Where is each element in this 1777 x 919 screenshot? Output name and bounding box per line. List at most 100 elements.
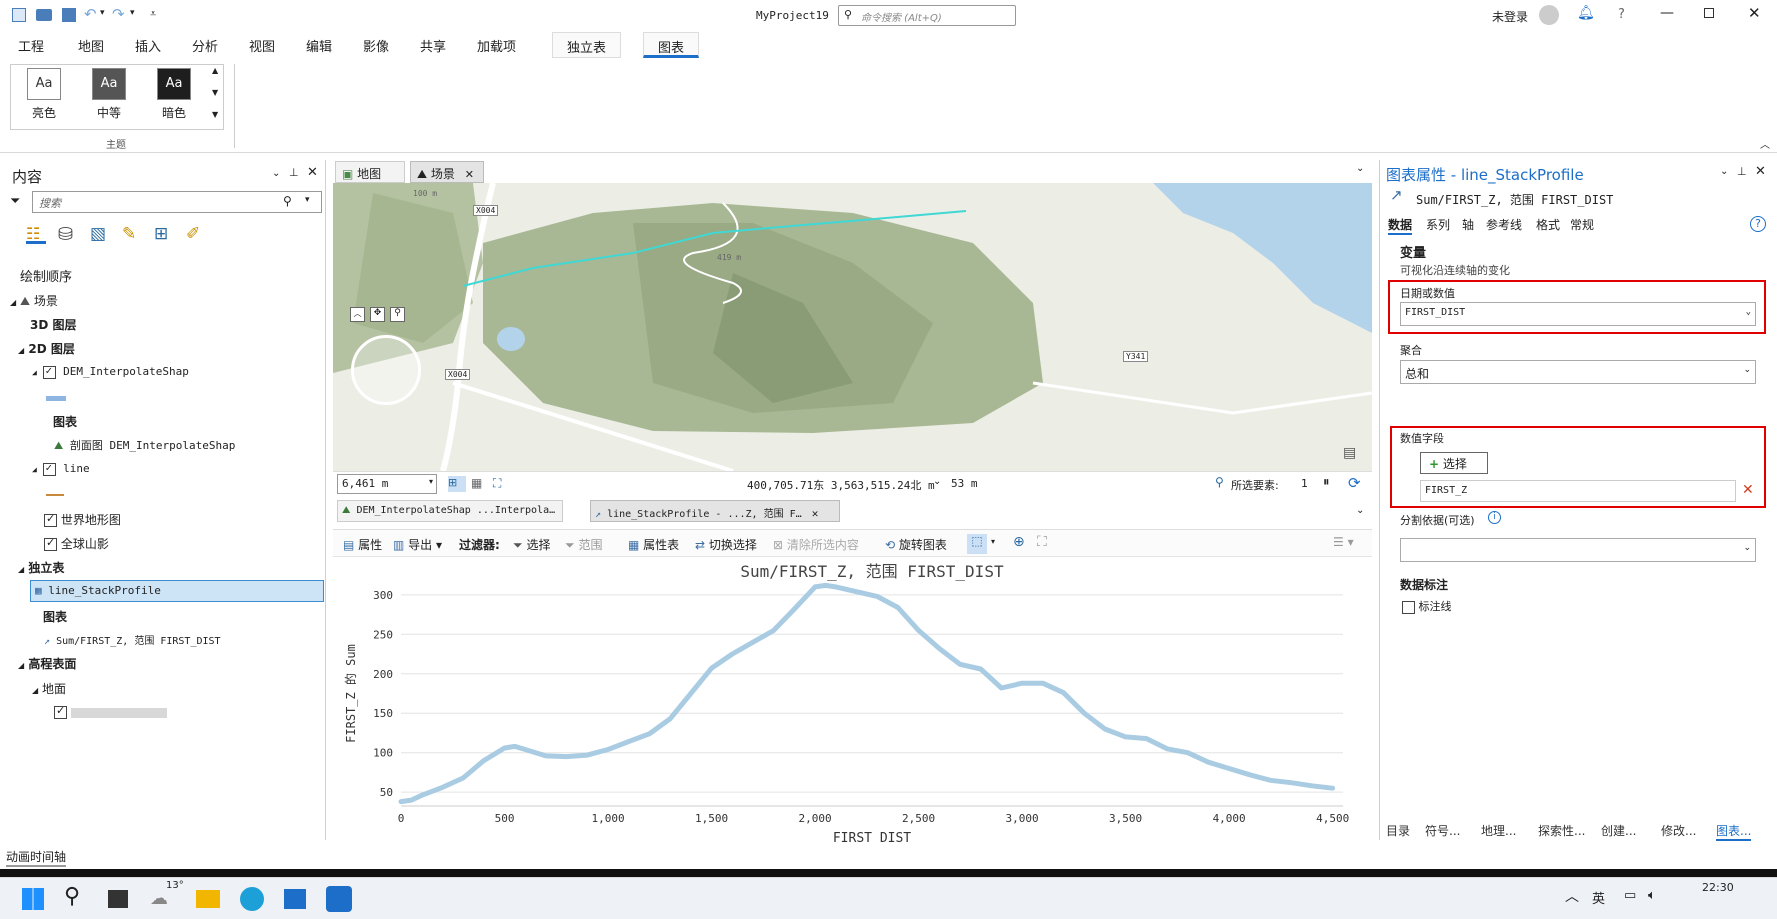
help-icon[interactable]: ? xyxy=(1750,216,1766,232)
filter-extent-button[interactable]: ⏷ 范围 xyxy=(565,536,602,553)
weather-icon[interactable]: ☁ xyxy=(150,888,168,909)
clock-time[interactable]: 22:30 xyxy=(1702,881,1734,894)
scale-dropdown[interactable]: 6,461 m ▾ xyxy=(337,474,437,494)
close-pane-icon[interactable]: ✕ xyxy=(1755,164,1766,179)
full-extent-chart-icon[interactable]: ⛶ xyxy=(1037,534,1047,550)
input-language[interactable]: 英 xyxy=(1592,888,1605,907)
aggregation-dropdown[interactable]: 总和 ⌄ xyxy=(1400,360,1756,384)
windows-start-icon[interactable] xyxy=(22,888,44,910)
table-grid-icon[interactable]: ▦ xyxy=(471,476,482,490)
tree-profile-chart[interactable]: ⛰︎ 剖面图 DEM_InterpolateShap xyxy=(54,437,235,453)
expand-icon[interactable]: ◢ xyxy=(10,298,16,307)
label-columns-option[interactable]: 标注线 xyxy=(1402,598,1452,614)
expand-icon[interactable]: ◢ xyxy=(32,465,37,474)
save-icon[interactable] xyxy=(62,8,76,22)
tab-insert[interactable]: 插入 xyxy=(135,36,161,55)
drawing-order-icon[interactable]: ☷ xyxy=(26,224,46,244)
new-icon[interactable] xyxy=(12,8,26,22)
minimize-icon[interactable]: — xyxy=(1660,5,1674,21)
close-pane-icon[interactable]: ✕ xyxy=(307,165,318,180)
label-columns-checkbox[interactable] xyxy=(1402,600,1415,614)
tree-line-layer[interactable]: ◢ line xyxy=(32,461,90,476)
scene-view[interactable]: X004 X004 Y341 419 m 100 m ︿ ✥ ⚲ ▤ xyxy=(333,183,1372,471)
tab-chart[interactable]: 图表 xyxy=(643,32,700,58)
props-tab-general[interactable]: 常规 xyxy=(1570,216,1594,233)
chart-tab-profile[interactable]: ⛰︎ DEM_InterpolateShap ...Interpola… xyxy=(337,500,563,522)
tab-edit[interactable]: 编辑 xyxy=(306,36,332,55)
tree-ground[interactable]: ◢ 地面 xyxy=(32,680,66,697)
search-icon[interactable]: ⚲ xyxy=(64,884,80,909)
close-tab-icon[interactable]: ✕ xyxy=(465,168,474,181)
pane-options-icon[interactable]: ⌄ xyxy=(272,168,280,179)
user-status[interactable]: 未登录 xyxy=(1492,8,1528,25)
gallery-more-icon[interactable]: ▼ xyxy=(212,110,218,119)
help-icon[interactable]: ? xyxy=(1618,7,1625,22)
refresh-icon[interactable]: ⟳ xyxy=(1348,474,1361,492)
avatar[interactable] xyxy=(1539,5,1559,25)
theme-dark-button[interactable]: Aa 暗色 xyxy=(144,68,204,130)
chart-views-dropdown-icon[interactable]: ⌄ xyxy=(1356,505,1364,516)
chart-tab-stack[interactable]: ↗ line_StackProfile - ...Z, 范围 F… ✕ xyxy=(590,500,840,522)
pause-icon[interactable]: ⏸ xyxy=(1323,475,1330,490)
tree-dem-layer[interactable]: ◢ DEM_InterpolateShap xyxy=(32,364,189,379)
pin-icon[interactable]: ⊥ xyxy=(289,166,299,179)
chart-properties-button[interactable]: ▤ 属性 xyxy=(343,536,382,553)
command-search[interactable]: ⚲ 命令搜索 (Alt+Q) xyxy=(838,5,1016,26)
tab-project[interactable]: 工程 xyxy=(18,36,44,55)
animation-timeline-tab[interactable]: 动画时间轴 xyxy=(6,848,67,867)
legend-icon[interactable]: ▤ xyxy=(1343,445,1356,461)
remove-field-icon[interactable]: ✕ xyxy=(1742,482,1754,498)
redo-icon[interactable]: ↷ xyxy=(112,5,125,23)
tree-hillshade[interactable]: 全球山影 xyxy=(44,535,109,552)
view-tab-scene[interactable]: ⛰︎ 场景 ✕ xyxy=(410,161,484,183)
task-view-icon[interactable] xyxy=(108,890,128,908)
notification-bell-icon[interactable]: 🔔︎ xyxy=(1577,5,1595,21)
chart-export-button[interactable]: ▥ 导出 ▾ xyxy=(393,536,442,553)
split-by-dropdown[interactable]: ⌄ xyxy=(1400,538,1756,562)
chevron-down-icon[interactable]: ▾ xyxy=(305,195,310,205)
close-tab-icon[interactable]: ✕ xyxy=(812,507,819,520)
dock-tab-catalog[interactable]: 目录 xyxy=(1386,822,1410,839)
tree-elevation-surfaces[interactable]: ◢ 高程表面 xyxy=(18,655,76,672)
labeling-icon[interactable]: ✐ xyxy=(186,224,200,244)
clear-selection-button[interactable]: ⊠ 清除所选内容 xyxy=(773,536,859,553)
hillshade-checkbox[interactable] xyxy=(44,536,57,551)
expand-icon[interactable]: ◢ xyxy=(18,565,24,574)
selection-tool-icon[interactable]: ⬚ xyxy=(967,534,987,554)
arcgis-pro-icon[interactable] xyxy=(326,886,352,912)
contents-search-input[interactable]: 搜索 ⚲ ▾ xyxy=(32,191,322,213)
dock-tab-exploratory[interactable]: 探索性... xyxy=(1538,822,1585,839)
tab-share[interactable]: 共享 xyxy=(420,36,446,55)
grid-icon[interactable]: ⊞ xyxy=(448,476,466,492)
view-tab-map[interactable]: ▣ 地图 xyxy=(335,161,405,183)
undo-dropdown-icon[interactable]: ▾ xyxy=(100,8,105,18)
info-icon[interactable]: i xyxy=(1488,511,1501,524)
tab-view[interactable]: 视图 xyxy=(249,36,275,55)
tab-addins[interactable]: 加载项 xyxy=(477,36,516,55)
expand-icon[interactable]: ◢ xyxy=(32,686,38,695)
coords-dropdown-icon[interactable]: ⌄ xyxy=(933,476,941,487)
expand-icon[interactable]: ◢ xyxy=(18,661,24,670)
editing-icon[interactable]: ✎ xyxy=(122,224,136,244)
views-dropdown-icon[interactable]: ⌄ xyxy=(1356,163,1364,174)
dock-tab-chart[interactable]: 图表... xyxy=(1716,822,1752,841)
tab-map[interactable]: 地图 xyxy=(78,36,104,55)
open-folder-icon[interactable] xyxy=(36,9,52,21)
switch-selection-button[interactable]: ⇄ 切换选择 xyxy=(695,536,757,553)
theme-medium-button[interactable]: Aa 中等 xyxy=(79,68,139,130)
data-source-icon[interactable]: ⛁ xyxy=(58,224,73,245)
customize-qat-icon[interactable]: ⩡ xyxy=(150,7,156,21)
dock-tab-geoprocessing[interactable]: 地理... xyxy=(1481,822,1516,839)
tab-imagery[interactable]: 影像 xyxy=(363,36,389,55)
date-field-dropdown[interactable]: FIRST_DIST ⌄ xyxy=(1400,302,1756,326)
collapse-ribbon-icon[interactable]: ︿ xyxy=(1760,136,1770,151)
first-person-icon[interactable]: ⚲ xyxy=(390,307,405,322)
gallery-up-icon[interactable]: ▲ xyxy=(212,66,218,75)
dock-tab-create[interactable]: 创建... xyxy=(1601,822,1636,839)
ground-source-checkbox[interactable] xyxy=(54,704,67,719)
tree-world-topo[interactable]: 世界地形图 xyxy=(44,511,121,528)
dock-tab-symbology[interactable]: 符号... xyxy=(1425,822,1460,839)
edge-icon[interactable] xyxy=(240,887,264,911)
close-window-icon[interactable]: ✕ xyxy=(1748,4,1761,22)
volume-icon[interactable]: 🔈︎ xyxy=(1648,888,1656,903)
